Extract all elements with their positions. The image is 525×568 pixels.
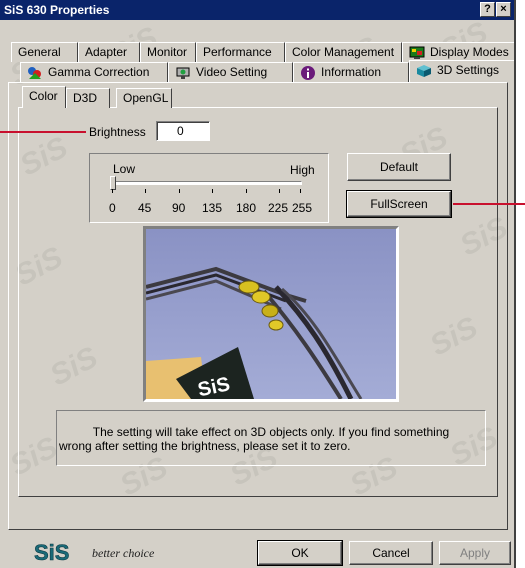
preview-scene: SiS	[146, 229, 396, 399]
slider-high-label: High	[290, 163, 315, 177]
slider-tick	[279, 189, 280, 193]
3d-cube-icon	[417, 64, 431, 77]
ok-button[interactable]: OK	[257, 540, 343, 566]
slider-tick	[145, 189, 146, 193]
tick-label: 0	[109, 201, 116, 215]
tab-performance[interactable]: Performance	[196, 42, 285, 62]
tab-3d-settings[interactable]: 3D Settings	[409, 60, 514, 82]
tick-label: 45	[138, 201, 152, 215]
gamma-icon	[28, 66, 41, 79]
apply-button[interactable]: Apply	[439, 541, 511, 565]
tab-color-management[interactable]: Color Management	[285, 42, 402, 62]
tick-label: 135	[202, 201, 223, 215]
tick-label: 225	[268, 201, 289, 215]
slider-tick	[112, 189, 113, 193]
tick-label: 255	[292, 201, 313, 215]
tab-gamma-correction[interactable]: Gamma Correction	[20, 62, 168, 82]
brightness-input[interactable]: 0	[156, 121, 210, 141]
sis-logo-mark: SiS	[34, 540, 70, 566]
tab-monitor[interactable]: Monitor	[140, 42, 196, 62]
close-button[interactable]: ×	[496, 2, 511, 17]
tab-general[interactable]: General	[11, 42, 78, 62]
cancel-button[interactable]: Cancel	[349, 541, 433, 565]
subtab-opengl[interactable]: OpenGL	[116, 88, 172, 108]
tagline: better choice	[92, 546, 155, 560]
video-setting-icon	[176, 67, 190, 79]
preview-image: SiS	[143, 226, 399, 402]
slider-track	[110, 181, 302, 185]
slider-tick	[212, 189, 213, 193]
annotation-line-fullscreen	[453, 203, 525, 205]
display-modes-icon	[409, 46, 425, 59]
sis-logo: SiS	[32, 538, 74, 566]
tab-display-modes[interactable]: Display Modes	[402, 42, 514, 62]
fullscreen-button[interactable]: FullScreen	[346, 190, 452, 218]
tab-gamma-correction-label: Gamma Correction	[48, 65, 150, 79]
tab-adapter[interactable]: Adapter	[78, 42, 140, 62]
tick-label: 180	[236, 201, 257, 215]
slider-thumb[interactable]	[110, 176, 116, 190]
slider-tick	[179, 189, 180, 193]
note-line-2: wrong after setting the brightness, plea…	[59, 439, 351, 453]
note-box: The setting will take effect on 3D objec…	[56, 410, 486, 466]
tab-video-setting-label: Video Setting	[196, 65, 268, 79]
tab-display-modes-label: Display Modes	[430, 45, 509, 59]
tab-3d-settings-label: 3D Settings	[437, 63, 500, 77]
window-title: SiS 630 Properties	[4, 3, 110, 17]
note-line-1: The setting will take effect on 3D objec…	[92, 425, 450, 439]
default-button[interactable]: Default	[347, 153, 451, 181]
title-bar: SiS 630 Properties ? ×	[0, 0, 514, 20]
annotation-line-brightness	[0, 131, 86, 133]
tab-video-setting[interactable]: Video Setting	[168, 62, 293, 82]
slider-low-label: Low	[113, 162, 136, 176]
tab-information[interactable]: Information	[293, 62, 409, 82]
slider-tick	[300, 189, 301, 193]
information-icon	[301, 65, 315, 80]
subtab-color[interactable]: Color	[22, 86, 66, 108]
properties-window: SiSSiSSiSSiS SiSSiSSiS SiSSiSSiS SiSSiSS…	[0, 0, 516, 568]
tab-information-label: Information	[321, 65, 382, 79]
slider-tick	[246, 189, 247, 193]
brightness-label: Brightness	[89, 125, 146, 139]
footer-logo-text: SiS	[34, 540, 69, 564]
help-button[interactable]: ?	[480, 2, 495, 17]
tick-label: 90	[172, 201, 186, 215]
subtab-d3d[interactable]: D3D	[66, 88, 110, 108]
